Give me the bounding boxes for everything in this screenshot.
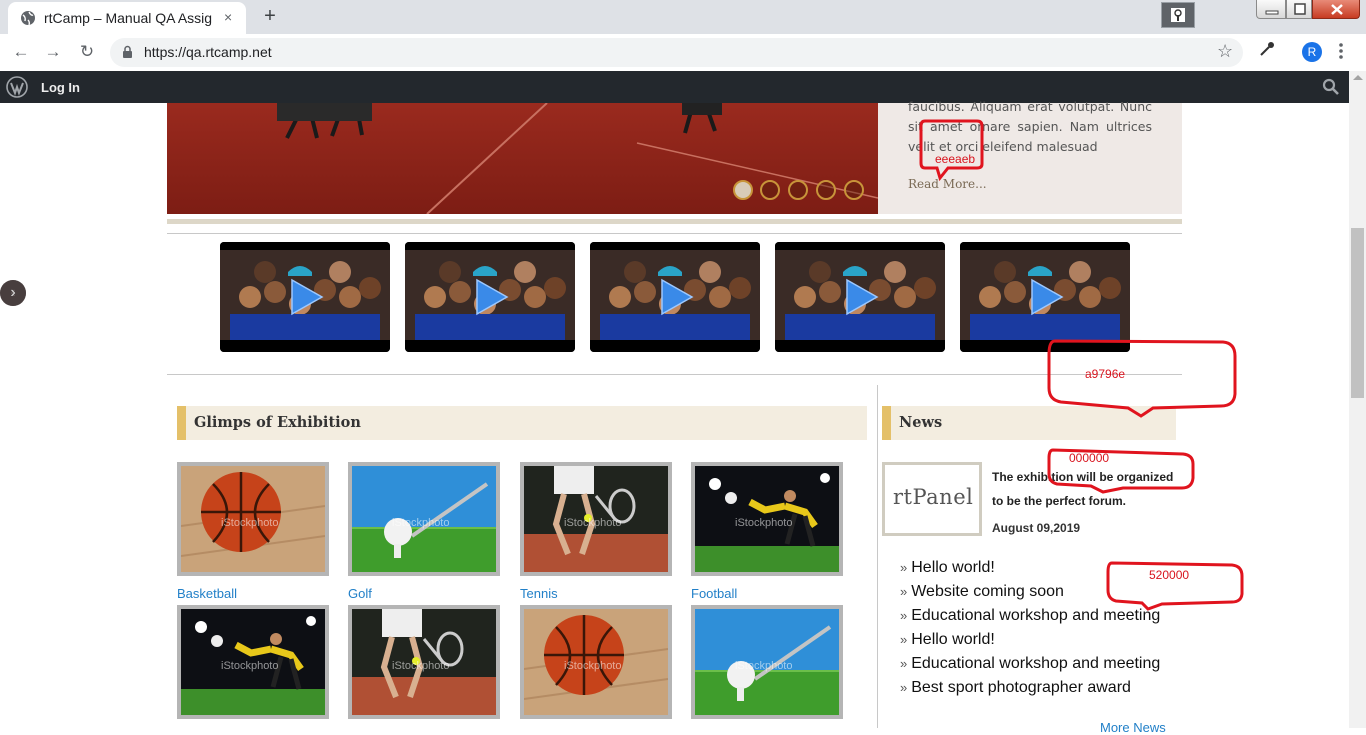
news-heading-text: News bbox=[899, 414, 943, 431]
gallery-label[interactable]: Football bbox=[691, 586, 737, 601]
gallery-label[interactable]: Tennis bbox=[520, 586, 558, 601]
bullet-icon: » bbox=[900, 560, 908, 575]
news-item-title: Website coming soon bbox=[911, 583, 1064, 600]
divider bbox=[167, 233, 1182, 234]
wp-admin-bar: Log In bbox=[0, 71, 1366, 103]
globe-icon bbox=[21, 11, 35, 26]
scroll-up-arrow-icon[interactable] bbox=[1353, 75, 1363, 80]
news-list-item[interactable]: » Best sport photographer award bbox=[900, 676, 1160, 700]
gallery-thumbnail-football[interactable]: iStockphoto bbox=[691, 462, 843, 576]
bullet-icon: » bbox=[900, 584, 908, 599]
cast-icon[interactable] bbox=[1161, 2, 1195, 28]
browser-tab[interactable]: rtCamp – Manual QA Assig × bbox=[8, 2, 246, 34]
news-item-title: Hello world! bbox=[911, 631, 995, 648]
column-divider bbox=[877, 385, 878, 728]
annotation-bubble-4 bbox=[1106, 561, 1244, 611]
annotation-label-2: a9796e bbox=[1085, 367, 1126, 381]
carousel-next-button[interactable]: › bbox=[0, 280, 26, 306]
annotation-label-1: eeeaeb bbox=[935, 152, 976, 166]
video-thumbnail[interactable] bbox=[220, 242, 390, 352]
annotation-bubble-3 bbox=[1047, 448, 1195, 494]
gallery-heading: Glimps of Exhibition bbox=[177, 406, 867, 440]
bullet-icon: » bbox=[900, 656, 908, 671]
video-thumbnail[interactable] bbox=[775, 242, 945, 352]
annotation-label-4: 520000 bbox=[1149, 568, 1190, 582]
news-featured-date: August 09,2019 bbox=[992, 521, 1081, 535]
tab-title: rtCamp – Manual QA Assig bbox=[44, 10, 213, 26]
bullet-icon: » bbox=[900, 608, 908, 623]
svg-text:iStockphoto: iStockphoto bbox=[564, 517, 621, 529]
bullet-icon: » bbox=[900, 632, 908, 647]
scrollbar-thumb[interactable] bbox=[1351, 228, 1364, 398]
url-text: https://qa.rtcamp.net bbox=[144, 44, 272, 60]
logo-text: rtPanel bbox=[893, 485, 974, 509]
back-arrow-icon[interactable]: ← bbox=[10, 42, 32, 64]
reload-icon[interactable]: ↻ bbox=[76, 42, 98, 64]
slider-dot-5[interactable] bbox=[844, 180, 864, 200]
slider-dot-1[interactable] bbox=[733, 180, 753, 200]
svg-text:iStockphoto: iStockphoto bbox=[564, 660, 621, 672]
forward-arrow-icon[interactable]: → bbox=[42, 42, 64, 64]
annotation-bubble-2 bbox=[1047, 339, 1237, 418]
browser-toolbar: ← → ↻ https://qa.rtcamp.net ☆ R bbox=[0, 34, 1366, 72]
divider bbox=[167, 374, 1182, 375]
wordpress-logo-icon[interactable] bbox=[6, 76, 28, 98]
gallery-label[interactable]: Golf bbox=[348, 586, 372, 601]
divider bbox=[167, 219, 1182, 224]
browser-tab-strip: rtCamp – Manual QA Assig × + bbox=[0, 0, 1366, 34]
video-thumbnail[interactable] bbox=[590, 242, 760, 352]
svg-text:iStockphoto: iStockphoto bbox=[735, 517, 792, 529]
svg-text:iStockphoto: iStockphoto bbox=[221, 660, 278, 672]
svg-text:iStockphoto: iStockphoto bbox=[392, 660, 449, 672]
news-item-title: Educational workshop and meeting bbox=[911, 655, 1161, 672]
new-tab-button[interactable]: + bbox=[258, 5, 282, 29]
search-icon[interactable] bbox=[1322, 78, 1340, 96]
gallery-thumbnail-tennis[interactable]: iStockphoto bbox=[520, 462, 672, 576]
news-list-item[interactable]: » Educational workshop and meeting bbox=[900, 652, 1160, 676]
window-restore-button[interactable] bbox=[1286, 0, 1312, 19]
video-thumbnail[interactable] bbox=[405, 242, 575, 352]
window-close-button[interactable] bbox=[1312, 0, 1360, 19]
news-list-item[interactable]: » Hello world! bbox=[900, 628, 1160, 652]
annotation-label-3: 000000 bbox=[1069, 451, 1110, 465]
login-link[interactable]: Log In bbox=[41, 80, 80, 95]
address-bar[interactable]: https://qa.rtcamp.net ☆ bbox=[110, 38, 1243, 67]
page-scrollbar[interactable] bbox=[1349, 71, 1366, 728]
svg-text:iStockphoto: iStockphoto bbox=[221, 517, 278, 529]
gallery-thumbnail-basketball[interactable]: iStockphoto bbox=[177, 462, 329, 576]
news-item-title: Hello world! bbox=[911, 559, 995, 576]
slider-dot-3[interactable] bbox=[788, 180, 808, 200]
profile-avatar[interactable]: R bbox=[1302, 42, 1322, 62]
gallery-thumbnail-golf[interactable]: iStockphoto bbox=[348, 462, 500, 576]
gallery-thumbnail-basketball[interactable]: iStockphoto bbox=[520, 605, 672, 719]
gallery-thumbnail-football[interactable]: iStockphoto bbox=[177, 605, 329, 719]
gallery-thumbnail-golf[interactable]: iStockphoto bbox=[691, 605, 843, 719]
slider-dot-2[interactable] bbox=[760, 180, 780, 200]
slider-dot-4[interactable] bbox=[816, 180, 836, 200]
lock-icon bbox=[123, 45, 132, 58]
tab-close-icon[interactable]: × bbox=[224, 9, 232, 25]
bullet-icon: » bbox=[900, 680, 908, 695]
svg-text:iStockphoto: iStockphoto bbox=[392, 517, 449, 529]
news-item-title: Best sport photographer award bbox=[911, 679, 1131, 696]
browser-menu-icon[interactable] bbox=[1338, 42, 1344, 60]
rtpanel-logo[interactable]: rtPanel bbox=[882, 462, 982, 536]
svg-text:iStockphoto: iStockphoto bbox=[735, 660, 792, 672]
annotation-bubble-1 bbox=[919, 119, 984, 182]
gallery-label[interactable]: Basketball bbox=[177, 586, 237, 601]
bookmark-star-icon[interactable]: ☆ bbox=[1217, 41, 1233, 62]
window-minimize-button[interactable] bbox=[1256, 0, 1286, 19]
gallery-thumbnail-tennis[interactable]: iStockphoto bbox=[348, 605, 500, 719]
gallery-heading-text: Glimps of Exhibition bbox=[194, 414, 361, 431]
eyedropper-extension-icon[interactable] bbox=[1259, 41, 1275, 57]
